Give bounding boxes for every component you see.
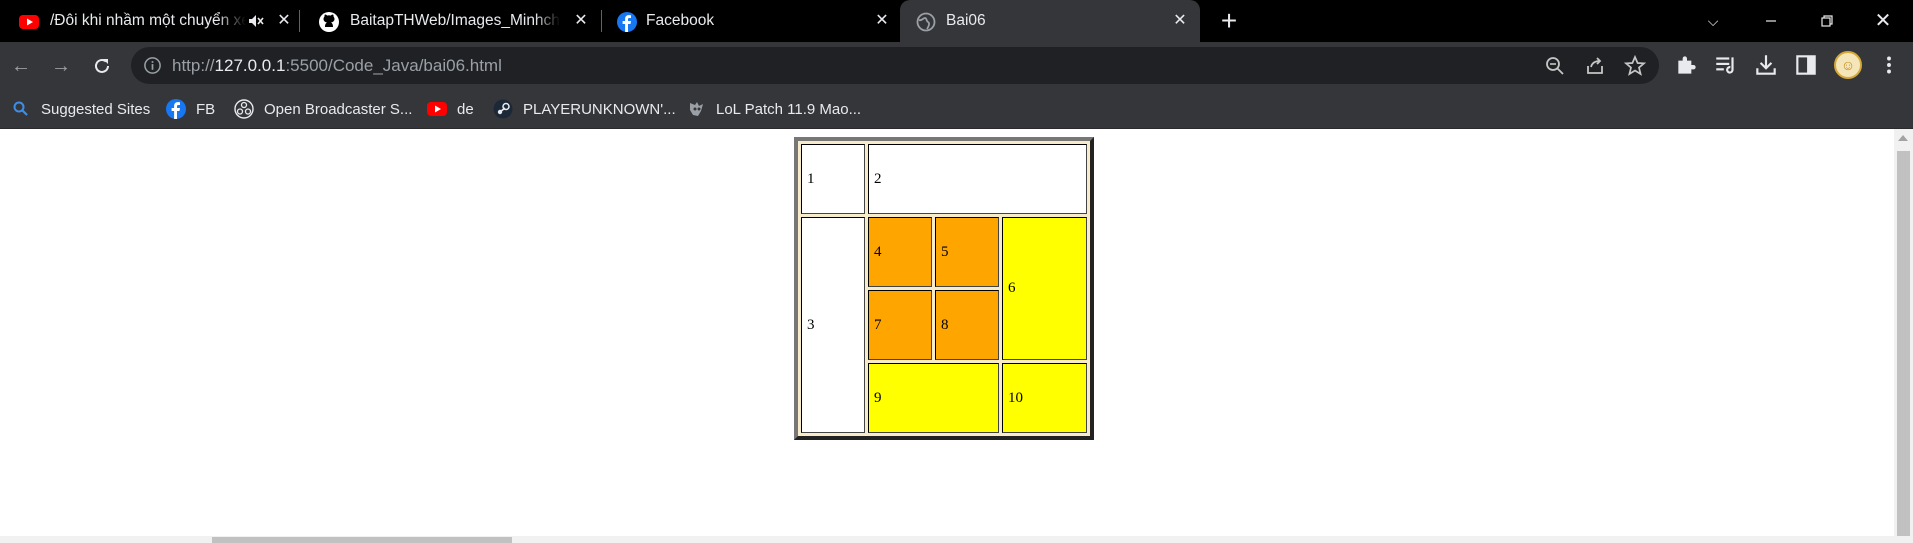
facebook-icon bbox=[617, 12, 637, 32]
table-cell-8: 8 bbox=[935, 290, 999, 360]
table-cell-1: 1 bbox=[801, 144, 865, 214]
tab-github[interactable]: BaitapTHWeb/Images_Minhchung ✕ bbox=[300, 0, 602, 42]
bookmark-obs[interactable]: Open Broadcaster S... bbox=[234, 98, 412, 120]
media-queue-icon[interactable] bbox=[1713, 52, 1739, 78]
scrollbar-thumb[interactable] bbox=[1897, 151, 1910, 536]
bookmark-lol-patch[interactable]: LoL Patch 11.9 Mao... bbox=[686, 98, 861, 120]
zoom-out-icon[interactable] bbox=[1543, 54, 1567, 78]
page-content: 1 2 3 4 5 6 7 8 9 10 bbox=[0, 129, 1894, 536]
site-info-icon[interactable] bbox=[143, 56, 162, 75]
bookmark-suggested-sites[interactable]: Suggested Sites bbox=[11, 98, 150, 120]
extensions-puzzle-icon[interactable] bbox=[1674, 52, 1700, 78]
share-icon[interactable] bbox=[1583, 54, 1607, 78]
table-cell-2: 2 bbox=[868, 144, 1087, 214]
tab-title: /Đôi khi nhầm một chuyển xe bbox=[50, 12, 246, 29]
tab-title: BaitapTHWeb/Images_Minhchung bbox=[350, 12, 560, 29]
download-icon[interactable] bbox=[1753, 52, 1779, 78]
back-arrow-icon[interactable]: ← bbox=[6, 51, 36, 81]
url-host: 127.0.0.1 bbox=[214, 56, 286, 75]
facebook-icon bbox=[166, 99, 186, 119]
scroll-up-arrow-icon[interactable] bbox=[1898, 135, 1908, 141]
close-icon[interactable]: ✕ bbox=[1170, 11, 1190, 31]
vertical-scrollbar[interactable] bbox=[1894, 129, 1913, 543]
url-path: :5500/Code_Java/bai06.html bbox=[285, 56, 502, 75]
bookmark-fb[interactable]: FB bbox=[166, 98, 215, 120]
new-tab-button[interactable]: + bbox=[1216, 7, 1242, 35]
muted-speaker-icon[interactable] bbox=[248, 13, 264, 29]
restore-icon[interactable] bbox=[1812, 6, 1842, 36]
bookmark-label: Open Broadcaster S... bbox=[264, 100, 413, 118]
close-window-icon[interactable]: ✕ bbox=[1868, 6, 1898, 36]
address-bar[interactable]: http://127.0.0.1:5500/Code_Java/bai06.ht… bbox=[131, 47, 1659, 84]
table-cell-7: 7 bbox=[868, 290, 932, 360]
globe-icon bbox=[916, 12, 936, 32]
horizontal-scrollbar[interactable] bbox=[0, 536, 1894, 543]
table-cell-5: 5 bbox=[935, 217, 999, 287]
table-row: 3 4 5 6 bbox=[801, 217, 1087, 433]
close-icon[interactable]: ✕ bbox=[274, 11, 294, 31]
close-icon[interactable]: ✕ bbox=[872, 11, 892, 31]
tab-strip: /Đôi khi nhầm một chuyển xe ✕ BaitapTHWe… bbox=[0, 0, 1913, 42]
steam-icon bbox=[493, 99, 513, 119]
bookmark-label: de bbox=[457, 100, 474, 118]
bookmark-pubg[interactable]: PLAYERUNKNOWN'... bbox=[493, 98, 676, 120]
bookmark-label: PLAYERUNKNOWN'... bbox=[523, 100, 676, 118]
bookmark-star-icon[interactable] bbox=[1623, 54, 1647, 78]
layout-table: 1 2 3 4 5 6 7 8 9 10 bbox=[794, 137, 1094, 440]
bookmarks-bar: Suggested Sites FB Open Broadcaster S...… bbox=[0, 89, 1913, 129]
table-cell-10: 10 bbox=[1002, 363, 1087, 433]
browser-toolbar: ← → http://127.0.0.1:5500/Code_Java/bai0… bbox=[0, 42, 1913, 89]
profile-avatar[interactable]: ☺ bbox=[1834, 51, 1862, 79]
bookmark-label: LoL Patch 11.9 Mao... bbox=[716, 100, 862, 118]
tab-youtube[interactable]: /Đôi khi nhầm một chuyển xe ✕ bbox=[0, 0, 300, 42]
table-row: 1 2 bbox=[801, 144, 1087, 214]
url-scheme: http:// bbox=[172, 56, 215, 75]
bookmark-de[interactable]: de bbox=[427, 98, 474, 120]
youtube-icon bbox=[19, 15, 39, 29]
bookmark-label: Suggested Sites bbox=[41, 100, 151, 118]
reload-icon[interactable] bbox=[87, 51, 117, 81]
forward-arrow-icon[interactable]: → bbox=[46, 51, 76, 81]
tab-title: Facebook bbox=[646, 12, 715, 29]
bookmark-label: FB bbox=[196, 100, 216, 118]
close-icon[interactable]: ✕ bbox=[571, 11, 591, 31]
table-cell-9: 9 bbox=[868, 363, 999, 433]
table-cell-3: 3 bbox=[801, 217, 865, 433]
side-panel-icon[interactable] bbox=[1793, 52, 1819, 78]
url-text[interactable]: http://127.0.0.1:5500/Code_Java/bai06.ht… bbox=[172, 55, 502, 76]
obs-icon bbox=[234, 99, 254, 119]
tab-title: Bai06 bbox=[946, 12, 986, 29]
minimize-icon[interactable] bbox=[1756, 6, 1786, 36]
table-cell-6: 6 bbox=[1002, 217, 1087, 360]
tab-search-chevron-icon[interactable]: ⌵ bbox=[1698, 6, 1728, 36]
search-icon bbox=[13, 101, 28, 116]
table-cell-4: 4 bbox=[868, 217, 932, 287]
kebab-menu-icon[interactable] bbox=[1876, 52, 1902, 78]
game-icon bbox=[690, 102, 703, 116]
github-icon bbox=[319, 12, 339, 32]
scrollbar-thumb[interactable] bbox=[212, 537, 512, 543]
youtube-icon bbox=[427, 102, 447, 116]
tab-facebook[interactable]: Facebook ✕ bbox=[602, 0, 900, 42]
tab-bai06[interactable]: Bai06 ✕ bbox=[900, 0, 1200, 42]
